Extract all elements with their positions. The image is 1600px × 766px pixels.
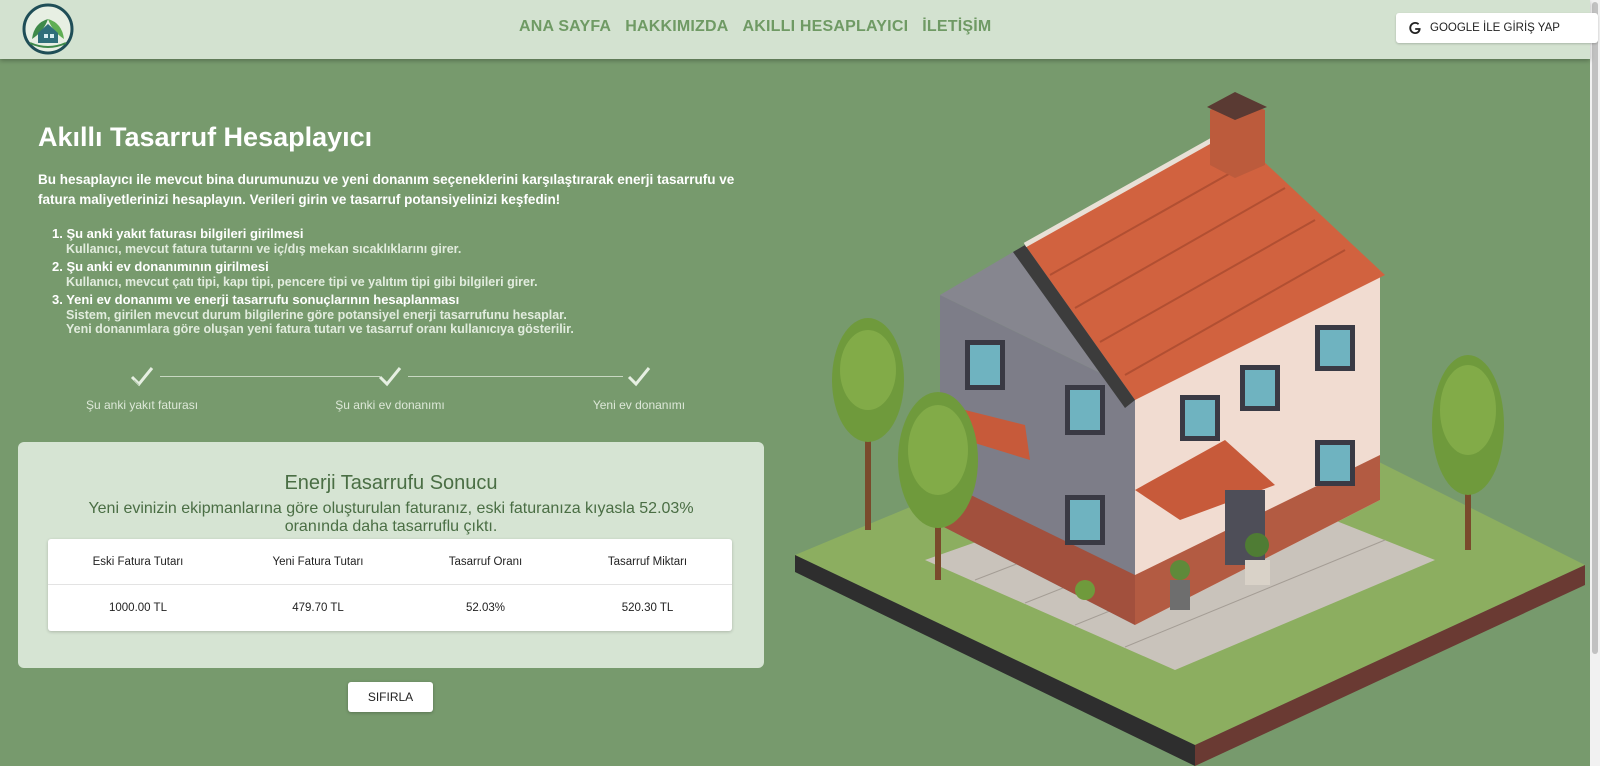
step-complete-check-icon [627,367,651,387]
steps-list: 1. Şu anki yakıt faturası bilgileri giri… [52,226,752,339]
step-complete-check-icon [130,367,154,387]
step-title: 2. Şu anki ev donanımının girilmesi [52,259,269,274]
stepper-label-new-equipment: Yeni ev donanımı [592,398,686,412]
column-header: Tasarruf Miktarı [607,556,688,568]
step-item: 1. Şu anki yakıt faturası bilgileri giri… [52,226,752,256]
new-bill-value: 479.70 TL [292,602,344,614]
result-message: Yeni evinizin ekipmanlarına göre oluştur… [88,500,694,535]
house-illustration [795,92,1585,766]
intro-text: Bu hesaplayıcı ile mevcut bina durumunuz… [38,172,735,207]
step-item: 2. Şu anki ev donanımının girilmesi Kull… [52,259,752,289]
step-title: 1. Şu anki yakıt faturası bilgileri giri… [52,226,304,241]
top-navbar: ANA SAYFA HAKKIMIZDA AKILLI HESAPLAYICI … [0,0,1598,59]
result-table: Eski Fatura Tutarı Yeni Fatura Tutarı Ta… [48,539,732,631]
column-header: Yeni Fatura Tutarı [272,556,364,568]
result-title: Enerji Tasarrufu Sonucu [284,472,498,494]
stepper-connector [408,376,623,377]
google-icon [1409,22,1421,34]
step-title: 3. Yeni ev donanımı ve enerji tasarrufu … [52,292,460,307]
step-description: Kullanıcı, mevcut fatura tutarını ve iç/… [66,242,462,256]
scrollbar-thumb[interactable] [1592,2,1598,654]
step-description: Yeni donanımlara göre oluşan yeni fatura… [66,322,574,336]
stepper-label-current-bill: Şu anki yakıt faturası [85,398,199,412]
stepper-connector [160,376,380,377]
table-header-row: Eski Fatura Tutarı Yeni Fatura Tutarı Ta… [48,539,732,585]
savings-rate-value: 52.03% [465,602,505,614]
google-login-button[interactable]: GOOGLE İLE GİRİŞ YAP [1396,13,1598,43]
step-description: Sistem, girilen mevcut durum bilgilerine… [66,308,567,322]
result-card: Enerji Tasarrufu Sonucu Yeni evinizin ek… [18,442,764,668]
nav-smart-calculator[interactable]: AKILLI HESAPLAYICI [743,18,909,36]
nav-contact[interactable]: İLETİŞİM [922,18,991,36]
nav-about[interactable]: HAKKIMIZDA [625,18,728,36]
reset-button[interactable]: SIFIRLA [348,682,433,712]
step-description: Kullanıcı, mevcut çatı tipi, kapı tipi, … [66,275,538,289]
old-bill-value: 1000.00 TL [109,602,167,614]
savings-amount-value: 520.30 TL [621,602,674,614]
column-header: Eski Fatura Tutarı [92,556,184,568]
column-header: Tasarruf Oranı [448,556,523,568]
page-scrollbar[interactable] [1590,0,1600,766]
logo-icon[interactable] [22,3,74,55]
stepper-label-current-equipment: Şu anki ev donanımı [335,398,445,412]
main-nav: ANA SAYFA HAKKIMIZDA AKILLI HESAPLAYICI … [519,18,991,36]
nav-home[interactable]: ANA SAYFA [519,18,611,36]
table-row: 1000.00 TL 479.70 TL 52.03% 520.30 TL [48,585,732,631]
page-title: Akıllı Tasarruf Hesaplayıcı [38,122,373,152]
step-complete-check-icon [378,367,402,387]
google-login-label: GOOGLE İLE GİRİŞ YAP [1430,22,1560,34]
step-item: 3. Yeni ev donanımı ve enerji tasarrufu … [52,292,752,336]
